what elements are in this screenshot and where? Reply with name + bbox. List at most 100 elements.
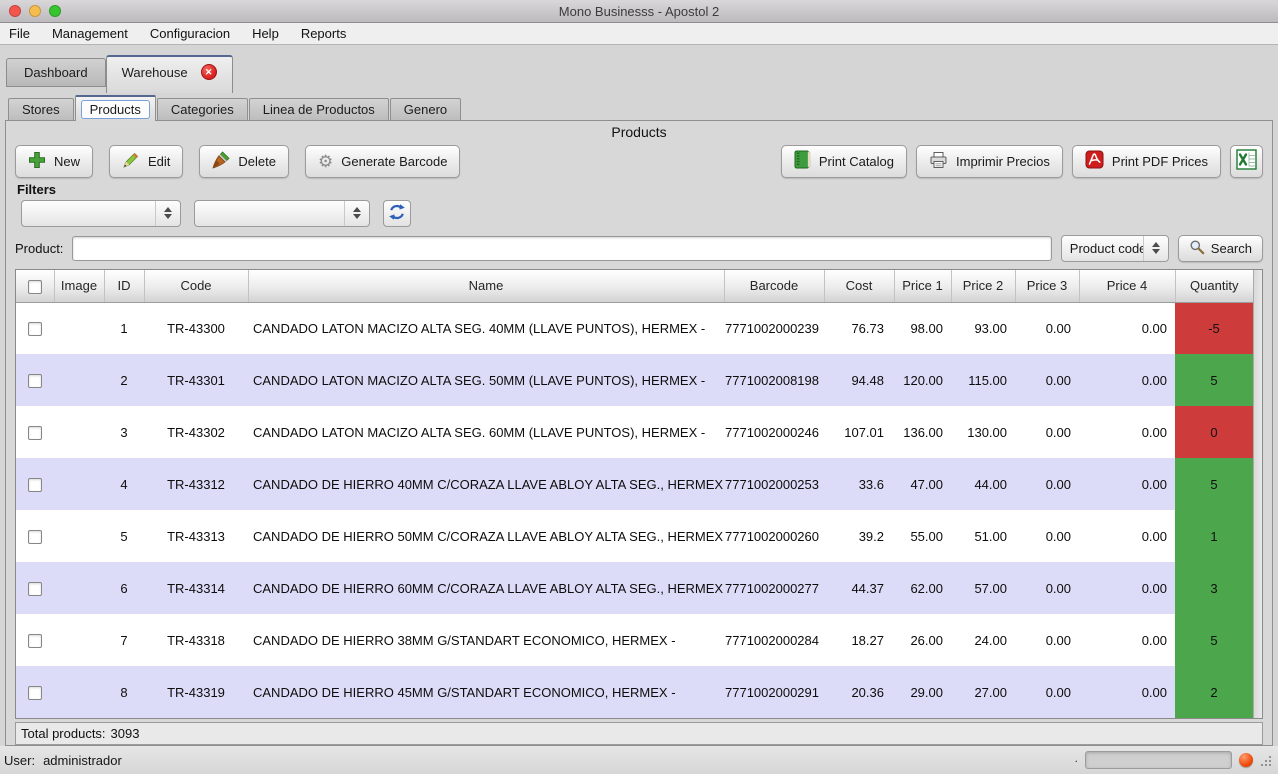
minimize-window-button[interactable]: [29, 5, 41, 17]
select-all-header[interactable]: [16, 270, 54, 302]
delete-button-label: Delete: [238, 154, 276, 169]
subtab-linea-de-productos[interactable]: Linea de Productos: [249, 98, 389, 121]
table-vertical-scrollbar[interactable]: [1253, 270, 1263, 718]
product-search-input[interactable]: [72, 236, 1051, 261]
cell-price1: 98.00: [894, 302, 951, 354]
col-header-cost[interactable]: Cost: [824, 270, 894, 302]
zoom-window-button[interactable]: [49, 5, 61, 17]
print-pdf-prices-button[interactable]: Print PDF Prices: [1072, 145, 1221, 178]
col-header-barcode[interactable]: Barcode: [724, 270, 824, 302]
cell-price1: 136.00: [894, 406, 951, 458]
cell-image: [54, 614, 104, 666]
new-button[interactable]: New: [15, 145, 93, 178]
cell-price4: 0.00: [1079, 562, 1175, 614]
cell-price4: 0.00: [1079, 666, 1175, 718]
statusbar-right: .: [1075, 751, 1273, 769]
gears-icon: ⚙: [318, 153, 333, 170]
subtab-stores[interactable]: Stores: [8, 98, 74, 121]
col-header-id[interactable]: ID: [104, 270, 144, 302]
cell-id: 4: [104, 458, 144, 510]
cell-barcode: 7771002000246: [724, 406, 824, 458]
menu-help[interactable]: Help: [241, 23, 290, 44]
delete-button[interactable]: Delete: [199, 145, 289, 178]
cell-id: 8: [104, 666, 144, 718]
row-checkbox[interactable]: [28, 374, 42, 388]
cell-cost: 20.36: [824, 666, 894, 718]
subtab-stores-label: Stores: [22, 102, 60, 117]
search-row: Product: Product code Search: [6, 227, 1272, 269]
cell-name: CANDADO LATON MACIZO ALTA SEG. 50MM (LLA…: [248, 354, 724, 406]
status-indicator-ball: [1239, 753, 1253, 767]
workspace: Dashboard Warehouse ✕ Stores Products Ca…: [0, 45, 1278, 746]
cell-price1: 55.00: [894, 510, 951, 562]
col-header-price4[interactable]: Price 4: [1079, 270, 1175, 302]
table-row[interactable]: 6 TR-43314 CANDADO DE HIERRO 60MM C/CORA…: [16, 562, 1253, 614]
subtab-linea-label: Linea de Productos: [263, 102, 375, 117]
col-header-price3[interactable]: Price 3: [1015, 270, 1079, 302]
filter-combo-1[interactable]: [21, 200, 181, 227]
cell-price4: 0.00: [1079, 458, 1175, 510]
imprimir-precios-label: Imprimir Precios: [956, 154, 1050, 169]
cell-cost: 39.2: [824, 510, 894, 562]
cell-price3: 0.00: [1015, 302, 1079, 354]
row-checkbox[interactable]: [28, 686, 42, 700]
subtab-genero[interactable]: Genero: [390, 98, 461, 121]
col-header-image[interactable]: Image: [54, 270, 104, 302]
filter-combo-2[interactable]: [194, 200, 370, 227]
cell-code: TR-43312: [144, 458, 248, 510]
generate-barcode-button[interactable]: ⚙ Generate Barcode: [305, 145, 460, 178]
table-row[interactable]: 8 TR-43319 CANDADO DE HIERRO 45MM G/STAN…: [16, 666, 1253, 718]
search-mode-select[interactable]: Product code: [1061, 235, 1169, 262]
row-checkbox[interactable]: [28, 530, 42, 544]
panel-title: Products: [6, 121, 1272, 142]
table-row[interactable]: 7 TR-43318 CANDADO DE HIERRO 38MM G/STAN…: [16, 614, 1253, 666]
row-checkbox[interactable]: [28, 634, 42, 648]
status-dot: .: [1075, 752, 1078, 768]
cell-price1: 120.00: [894, 354, 951, 406]
table-header-row: Image ID Code Name Barcode Cost Price 1 …: [16, 270, 1253, 302]
table-row[interactable]: 5 TR-43313 CANDADO DE HIERRO 50MM C/CORA…: [16, 510, 1253, 562]
select-all-checkbox[interactable]: [28, 280, 42, 294]
subtab-categories[interactable]: Categories: [157, 98, 248, 121]
subtab-products[interactable]: Products: [75, 95, 156, 121]
table-row[interactable]: 2 TR-43301 CANDADO LATON MACIZO ALTA SEG…: [16, 354, 1253, 406]
menu-configuracion[interactable]: Configuracion: [139, 23, 241, 44]
table-row[interactable]: 4 TR-43312 CANDADO DE HIERRO 40MM C/CORA…: [16, 458, 1253, 510]
tab-warehouse[interactable]: Warehouse ✕: [106, 55, 233, 93]
edit-button[interactable]: Edit: [109, 145, 183, 178]
print-catalog-button[interactable]: Print Catalog: [781, 145, 907, 178]
table-row[interactable]: 1 TR-43300 CANDADO LATON MACIZO ALTA SEG…: [16, 302, 1253, 354]
col-header-price2[interactable]: Price 2: [951, 270, 1015, 302]
row-checkbox[interactable]: [28, 582, 42, 596]
row-checkbox[interactable]: [28, 322, 42, 336]
cell-price2: 115.00: [951, 354, 1015, 406]
table-row[interactable]: 3 TR-43302 CANDADO LATON MACIZO ALTA SEG…: [16, 406, 1253, 458]
row-checkbox[interactable]: [28, 426, 42, 440]
print-catalog-label: Print Catalog: [819, 154, 894, 169]
refresh-filters-button[interactable]: [383, 200, 411, 227]
row-checkbox[interactable]: [28, 478, 42, 492]
close-icon[interactable]: ✕: [201, 64, 217, 80]
col-header-price1[interactable]: Price 1: [894, 270, 951, 302]
cell-price4: 0.00: [1079, 354, 1175, 406]
search-button[interactable]: Search: [1178, 235, 1263, 262]
col-header-quantity[interactable]: Quantity: [1175, 270, 1253, 302]
cell-price2: 51.00: [951, 510, 1015, 562]
col-header-code[interactable]: Code: [144, 270, 248, 302]
menu-reports[interactable]: Reports: [290, 23, 358, 44]
tab-dashboard[interactable]: Dashboard: [6, 58, 106, 87]
close-window-button[interactable]: [9, 5, 21, 17]
brush-icon: [212, 151, 230, 172]
col-header-name[interactable]: Name: [248, 270, 724, 302]
cell-price3: 0.00: [1015, 614, 1079, 666]
imprimir-precios-button[interactable]: Imprimir Precios: [916, 145, 1063, 178]
chevron-updown-icon: [344, 201, 369, 226]
cell-name: CANDADO DE HIERRO 50MM C/CORAZA LLAVE AB…: [248, 510, 724, 562]
cell-image: [54, 666, 104, 718]
cell-cost: 76.73: [824, 302, 894, 354]
cell-barcode: 7771002000284: [724, 614, 824, 666]
menu-management[interactable]: Management: [41, 23, 139, 44]
resize-grip-icon[interactable]: [1260, 754, 1273, 767]
menu-file[interactable]: File: [0, 23, 41, 44]
export-excel-button[interactable]: [1230, 145, 1263, 178]
